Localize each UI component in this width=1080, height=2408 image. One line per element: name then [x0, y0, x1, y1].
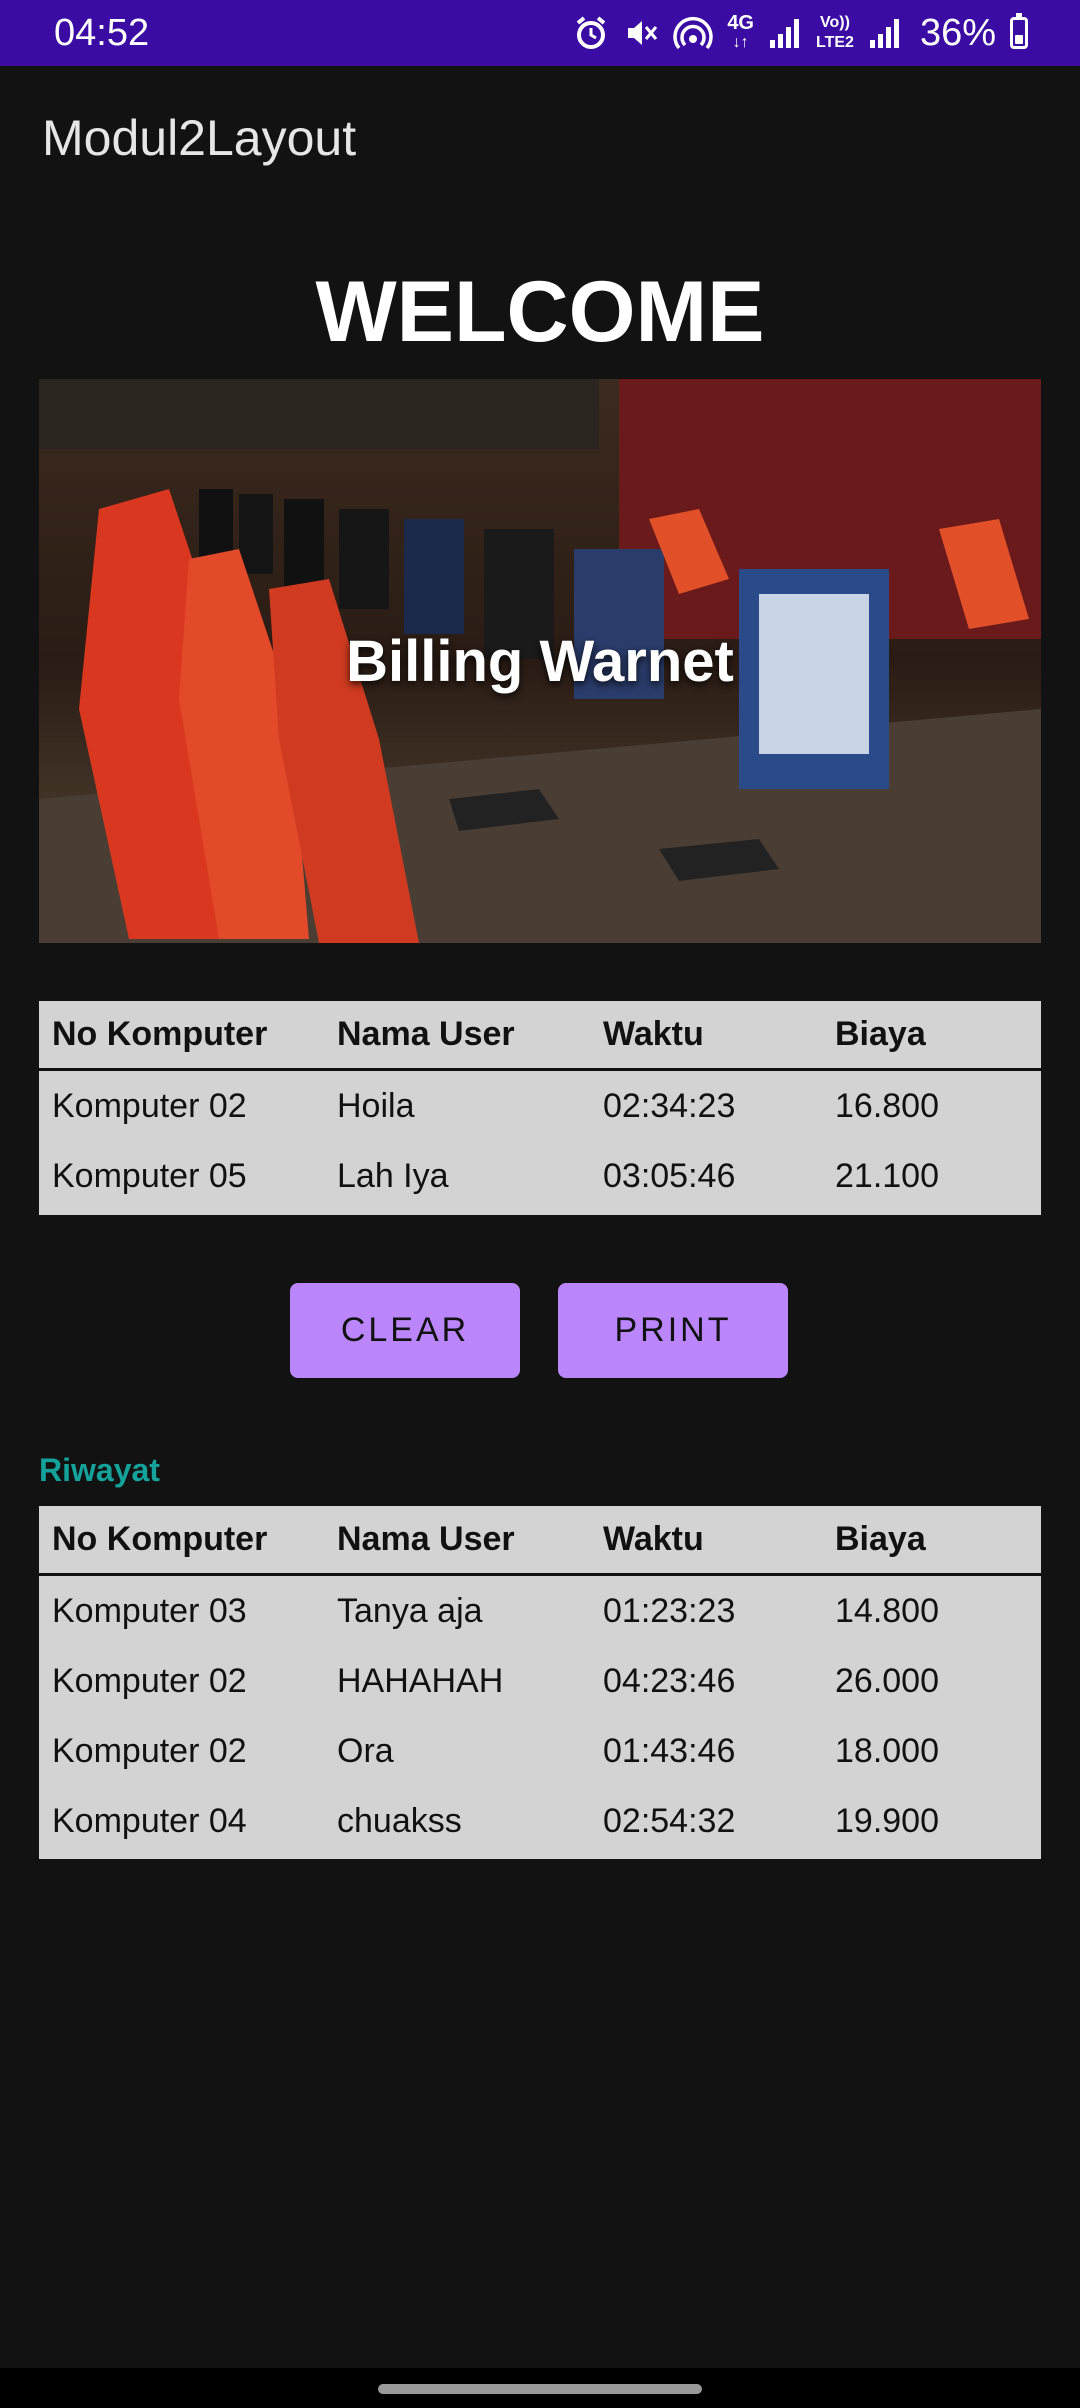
header-nama-user: Nama User [337, 1520, 515, 1558]
table-row: Komputer 04 chuakss 02:54:32 19.900 [39, 1786, 1041, 1856]
table-header-row: No Komputer Nama User Waktu Biaya [39, 1506, 1041, 1576]
hotspot-icon [673, 15, 713, 51]
cell-waktu: 02:54:32 [603, 1801, 736, 1840]
cell-waktu: 01:23:23 [603, 1591, 736, 1630]
cell-nama-user: chuakss [337, 1801, 462, 1840]
cell-waktu: 02:34:23 [603, 1086, 736, 1125]
header-waktu: Waktu [603, 1015, 704, 1053]
cell-waktu: 03:05:46 [603, 1156, 736, 1195]
volte-icon: Vo)) LTE2 [816, 13, 854, 53]
cell-no-komputer: Komputer 02 [52, 1661, 247, 1700]
header-no-komputer: No Komputer [52, 1015, 268, 1053]
cell-nama-user: Tanya aja [337, 1591, 483, 1630]
app-bar: Modul2Layout [0, 66, 1080, 216]
welcome-heading: WELCOME [315, 264, 765, 360]
cell-nama-user: Ora [337, 1731, 394, 1770]
cell-biaya: 16.800 [835, 1086, 939, 1125]
header-nama-user: Nama User [337, 1015, 515, 1053]
cell-nama-user: HAHAHAH [337, 1661, 504, 1700]
history-label: Riwayat [39, 1452, 160, 1488]
history-table: No Komputer Nama User Waktu Biaya Komput… [39, 1506, 1041, 1859]
cell-biaya: 26.000 [835, 1661, 939, 1700]
network-type-icon: 4G ↓↑ [727, 13, 754, 53]
cell-no-komputer: Komputer 05 [52, 1156, 247, 1195]
status-bar: 04:52 4G ↓↑ Vo)) LTE2 36% [0, 0, 1080, 66]
cell-no-komputer: Komputer 02 [52, 1731, 247, 1770]
alarm-icon [573, 15, 609, 51]
cell-biaya: 14.800 [835, 1591, 939, 1630]
header-biaya: Biaya [835, 1520, 926, 1558]
cell-nama-user: Hoila [337, 1086, 415, 1125]
cell-biaya: 21.100 [835, 1156, 939, 1195]
table-row: Komputer 03 Tanya aja 01:23:23 14.800 [39, 1576, 1041, 1646]
cell-biaya: 19.900 [835, 1801, 939, 1840]
table-row: Komputer 02 Ora 01:43:46 18.000 [39, 1716, 1041, 1786]
hero-title: Billing Warnet [346, 628, 734, 694]
cell-no-komputer: Komputer 04 [52, 1801, 247, 1840]
cell-biaya: 18.000 [835, 1731, 939, 1770]
battery-percent: 36% [919, 12, 996, 54]
cell-waktu: 04:23:46 [603, 1661, 736, 1700]
cell-waktu: 01:43:46 [603, 1731, 736, 1770]
battery-icon [1010, 13, 1028, 49]
cell-no-komputer: Komputer 03 [52, 1591, 247, 1630]
status-time: 04:52 [54, 12, 150, 54]
app-title: Modul2Layout [42, 110, 357, 166]
current-billing-table: No Komputer Nama User Waktu Biaya Komput… [39, 1001, 1041, 1215]
print-button[interactable]: PRINT [558, 1283, 788, 1378]
clear-button[interactable]: CLEAR [290, 1283, 520, 1378]
table-header-row: No Komputer Nama User Waktu Biaya [39, 1001, 1041, 1071]
navigation-bar [0, 2368, 1080, 2408]
home-gesture-handle[interactable] [378, 2384, 702, 2394]
mute-icon [623, 15, 659, 51]
signal-icon [768, 16, 802, 50]
header-no-komputer: No Komputer [52, 1520, 268, 1558]
battery-fill [1015, 35, 1023, 44]
table-row: Komputer 05 Lah Iya 03:05:46 21.100 [39, 1141, 1041, 1211]
volte-label: Vo)) [820, 14, 850, 31]
header-waktu: Waktu [603, 1520, 704, 1558]
data-arrows-icon: ↓↑ [732, 34, 749, 51]
lte-label: LTE2 [816, 34, 854, 51]
cell-no-komputer: Komputer 02 [52, 1086, 247, 1125]
status-icons: 4G ↓↑ Vo)) LTE2 36% [573, 8, 1028, 58]
hero-image: Billing Warnet [39, 379, 1041, 943]
network-type-label: 4G [727, 12, 754, 34]
cell-nama-user: Lah Iya [337, 1156, 449, 1195]
table-row: Komputer 02 Hoila 02:34:23 16.800 [39, 1071, 1041, 1141]
table-row: Komputer 02 HAHAHAH 04:23:46 26.000 [39, 1646, 1041, 1716]
signal-icon-2 [868, 16, 902, 50]
header-biaya: Biaya [835, 1015, 926, 1053]
